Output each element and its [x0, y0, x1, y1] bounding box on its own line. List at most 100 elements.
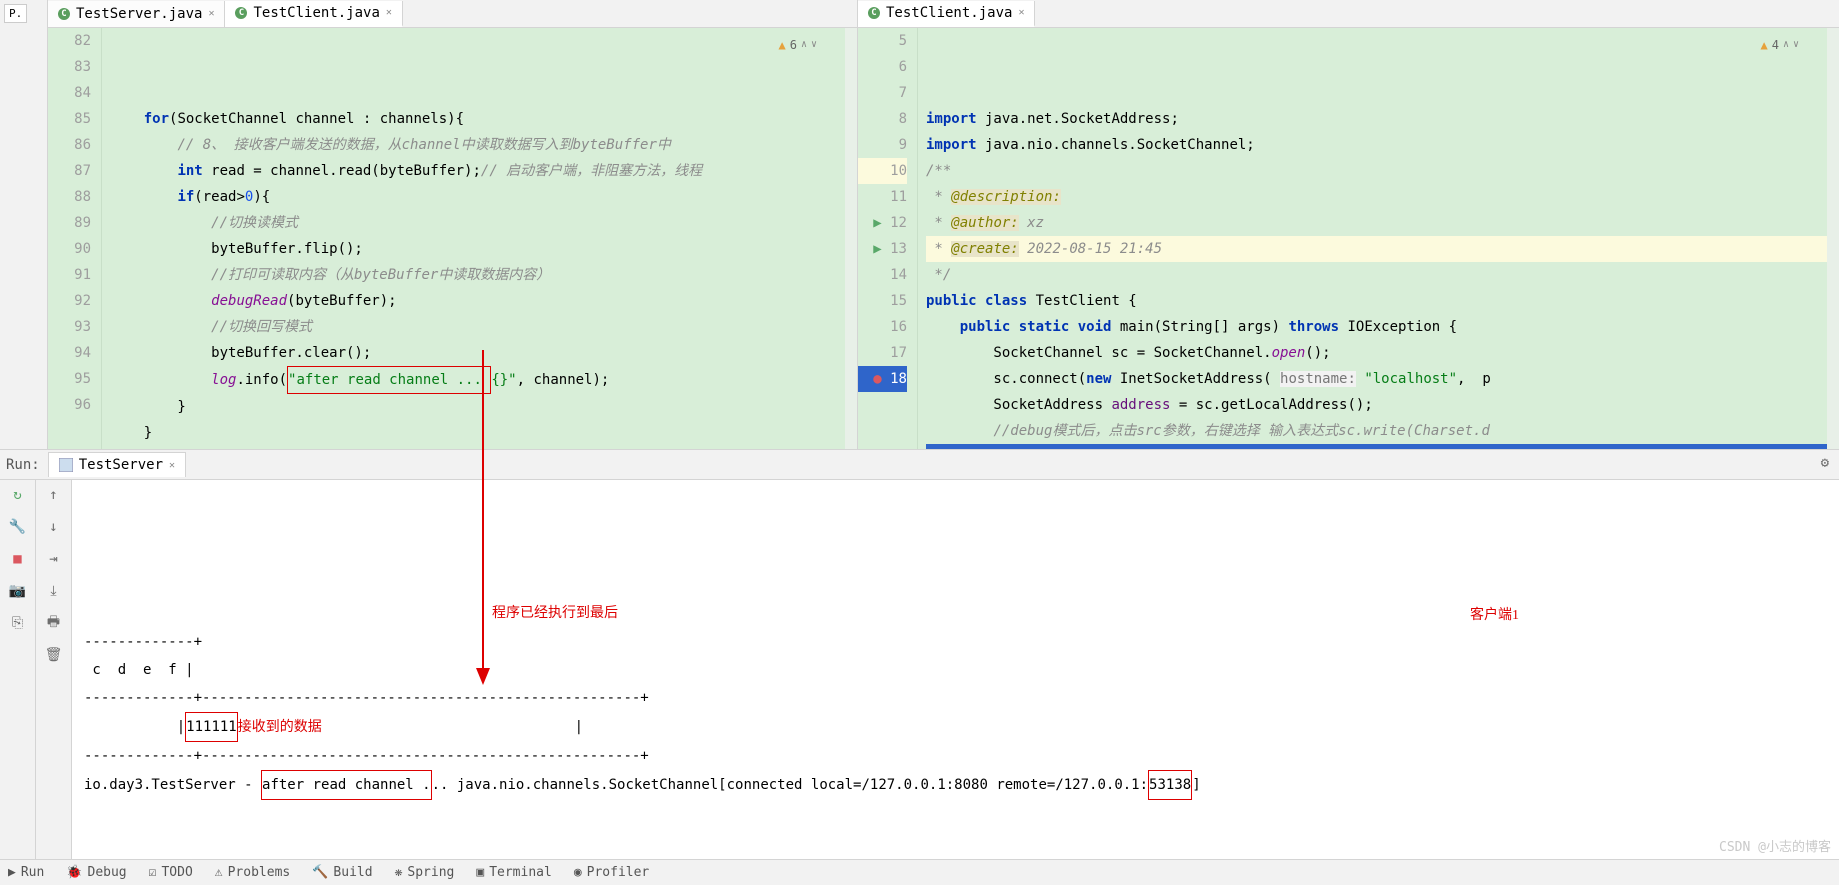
nav-down-icon[interactable]: ∨ — [1793, 32, 1799, 58]
line-number[interactable]: ▶ 12 — [858, 210, 907, 236]
code-line[interactable]: // 8、 接收客户端发送的数据，从channel中读取数据写入到byteBuf… — [110, 132, 857, 158]
line-number[interactable]: 6 — [858, 54, 907, 80]
nav-up-icon[interactable]: ∧ — [1783, 32, 1789, 58]
line-number[interactable]: 94 — [48, 340, 91, 366]
line-number[interactable]: 10 — [858, 158, 907, 184]
code-line[interactable]: } — [110, 420, 857, 446]
nav-up-icon[interactable]: ∧ — [801, 32, 807, 58]
bottom-tab-debug[interactable]: 🐞Debug — [66, 865, 126, 880]
code-line[interactable]: */ — [926, 262, 1839, 288]
code-line[interactable]: for(SocketChannel channel : channels){ — [110, 106, 857, 132]
bottom-tab-run[interactable]: ▶Run — [8, 865, 44, 880]
up-arrow-icon[interactable]: ↑ — [45, 486, 63, 504]
close-icon[interactable]: ✕ — [169, 460, 175, 471]
line-number[interactable]: 7 — [858, 80, 907, 106]
bottom-tab-build[interactable]: 🔨Build — [312, 865, 372, 880]
line-number[interactable]: 88 — [48, 184, 91, 210]
run-config-tab[interactable]: TestServer ✕ — [48, 452, 186, 477]
code-line[interactable]: SocketAddress address = sc.getLocalAddre… — [926, 392, 1839, 418]
code-line[interactable]: } — [110, 394, 857, 420]
gear-icon[interactable]: ⚙ — [1821, 455, 1829, 471]
down-arrow-icon[interactable]: ↓ — [45, 518, 63, 536]
line-number[interactable]: 8 — [858, 106, 907, 132]
code-line[interactable]: //切换读模式 — [110, 210, 857, 236]
line-number[interactable]: 91 — [48, 262, 91, 288]
bottom-tab-terminal[interactable]: ▣Terminal — [476, 865, 551, 880]
code-line[interactable]: byteBuffer.clear(); — [110, 340, 857, 366]
line-number[interactable]: 17 — [858, 340, 907, 366]
code-line[interactable]: import java.nio.channels.SocketChannel; — [926, 132, 1839, 158]
code-line[interactable]: sc.connect(new InetSocketAddress( hostna… — [926, 366, 1839, 392]
bottom-tab-spring[interactable]: ❋Spring — [395, 865, 455, 880]
code-line[interactable]: System.out.println("waiting..."); — [926, 444, 1839, 449]
line-number[interactable]: 95 — [48, 366, 91, 392]
code-line[interactable]: //切换回写模式 — [110, 314, 857, 340]
left-code-area[interactable]: ▲ 6 ∧ ∨ for(SocketChannel channel : chan… — [102, 28, 857, 449]
run-gutter-icon[interactable]: ▶ — [873, 241, 881, 257]
line-number[interactable]: 11 — [858, 184, 907, 210]
line-number[interactable]: 14 — [858, 262, 907, 288]
code-line[interactable]: byteBuffer.flip(); — [110, 236, 857, 262]
line-number[interactable]: 93 — [48, 314, 91, 340]
code-line[interactable]: SocketChannel sc = SocketChannel.open(); — [926, 340, 1839, 366]
code-line[interactable]: * @author: xz — [926, 210, 1839, 236]
warning-badge[interactable]: ▲ 6 ∧ ∨ — [778, 32, 817, 58]
code-line[interactable]: //打印可读取内容（从byteBuffer中读取数据内容） — [110, 262, 857, 288]
close-icon[interactable]: ✕ — [386, 7, 392, 18]
bottom-tab-todo[interactable]: ☑TODO — [149, 865, 193, 880]
project-tool-strip[interactable]: P. — [0, 0, 48, 449]
file-tab[interactable]: CTestClient.java✕ — [858, 1, 1035, 27]
console-output[interactable]: 程序已经执行到最后 客户端1 -------------+ c d e f |-… — [72, 480, 1839, 885]
scroll-to-end-icon[interactable]: ⤓ — [45, 582, 63, 600]
trash-icon[interactable]: 🗑 — [45, 646, 63, 664]
right-scrollbar[interactable] — [1827, 28, 1839, 449]
rerun-button[interactable]: ↻ — [9, 486, 27, 504]
line-number[interactable]: 84 — [48, 80, 91, 106]
line-number[interactable]: 86 — [48, 132, 91, 158]
code-line[interactable]: public static void main(String[] args) t… — [926, 314, 1839, 340]
line-number[interactable]: 87 — [48, 158, 91, 184]
close-icon[interactable]: ✕ — [208, 8, 214, 19]
camera-icon[interactable]: 📷 — [9, 582, 27, 600]
bottom-tab-problems[interactable]: ⚠Problems — [215, 865, 290, 880]
code-line[interactable]: debugRead(byteBuffer); — [110, 288, 857, 314]
soft-wrap-icon[interactable]: ⇥ — [45, 550, 63, 568]
line-number[interactable]: 92 — [48, 288, 91, 314]
code-line[interactable]: /** — [926, 158, 1839, 184]
left-scrollbar[interactable] — [845, 28, 857, 449]
code-line[interactable]: * @description: — [926, 184, 1839, 210]
line-number[interactable]: ▶ 13 — [858, 236, 907, 262]
close-icon[interactable]: ✕ — [1018, 7, 1024, 18]
line-number[interactable]: 16 — [858, 314, 907, 340]
stop-button[interactable]: ■ — [9, 550, 27, 568]
code-line[interactable]: //debug模式后，点击src参数，右键选择 输入表达式sc.write(Ch… — [926, 418, 1839, 444]
file-tab[interactable]: CTestClient.java✕ — [225, 1, 402, 27]
run-gutter-icon[interactable]: ▶ — [873, 215, 881, 231]
code-line[interactable]: log.info("after read channel ... {}", ch… — [110, 366, 857, 394]
file-tab[interactable]: CTestServer.java✕ — [48, 1, 225, 27]
nav-down-icon[interactable]: ∨ — [811, 32, 817, 58]
bottom-tab-profiler[interactable]: ◉Profiler — [574, 865, 649, 880]
line-number[interactable]: 96 — [48, 392, 91, 418]
line-number[interactable]: 15 — [858, 288, 907, 314]
warning-badge-right[interactable]: ▲ 4 ∧ ∨ — [1760, 32, 1799, 58]
line-number[interactable]: 9 — [858, 132, 907, 158]
print-icon[interactable]: 🖶 — [45, 614, 63, 632]
line-number[interactable]: 85 — [48, 106, 91, 132]
code-line[interactable]: int read = channel.read(byteBuffer);// 启… — [110, 158, 857, 184]
line-number[interactable]: 82 — [48, 28, 91, 54]
line-number[interactable]: 89 — [48, 210, 91, 236]
exit-icon[interactable]: ⎘ — [9, 614, 27, 632]
line-number[interactable]: ● 18 — [858, 366, 907, 392]
line-number[interactable]: 90 — [48, 236, 91, 262]
code-line[interactable]: * @create: 2022-08-15 21:45 — [926, 236, 1839, 262]
line-number[interactable]: 5 — [858, 28, 907, 54]
code-line[interactable] — [110, 446, 857, 449]
code-line[interactable]: public class TestClient { — [926, 288, 1839, 314]
code-line[interactable]: if(read>0){ — [110, 184, 857, 210]
right-code-area[interactable]: ▲ 4 ∧ ∨ import java.net.SocketAddress;im… — [918, 28, 1839, 449]
project-tab[interactable]: P. — [4, 4, 27, 23]
breakpoint-icon[interactable]: ● — [873, 371, 881, 387]
code-line[interactable]: import java.net.SocketAddress; — [926, 106, 1839, 132]
line-number[interactable]: 83 — [48, 54, 91, 80]
